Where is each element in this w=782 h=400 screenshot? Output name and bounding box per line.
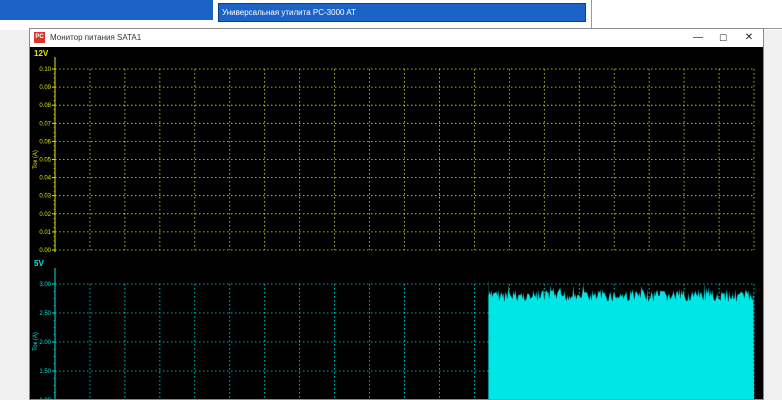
y-tick-label: 0.04 [39,176,51,182]
y-tick-label: 0.08 [39,103,51,109]
close-button[interactable]: ✕ [736,29,762,47]
y-tick-label: 0.05 [39,158,51,164]
y-tick-label: 2.00 [39,340,51,346]
y-tick-label: 0.06 [39,139,51,145]
power-monitor-window[interactable]: PC Монитор питания SATA1 — ☐ ✕ 12V Ток (А… [29,28,764,400]
minimize-button[interactable]: — [685,29,711,47]
background-utility-title[interactable]: Универсальная утилита PC-3000 AT [218,3,586,22]
y-tick-label: 0.09 [39,85,51,91]
app-icon: PC [34,32,45,43]
window-title: Монитор питания SATA1 [50,33,142,42]
y-tick-label: 0.00 [39,248,51,254]
y-tick-label: 3.00 [39,282,51,288]
y-tick-label: 1.00 [39,398,51,399]
y-tick-label: 0.02 [39,212,51,218]
maximize-button[interactable]: ☐ [710,29,736,47]
y-axis-label-12V: Ток (А) [33,150,39,169]
y-tick-label: 2.50 [39,311,51,317]
y-tick-label: 0.10 [39,67,51,73]
panel-label-12V: 12V [34,49,49,58]
title-bar[interactable]: PC Монитор питания SATA1 — ☐ ✕ [30,29,763,47]
plot-area: 12V Ток (А) 0.10 0.09 0.08 0.07 0.06 0.05 0.04 0.… [30,47,763,399]
y-axis-label-5V: Ток (А) [33,332,39,351]
panel-label-5V: 5V [34,259,44,268]
y-tick-label: 0.07 [39,121,51,127]
y-tick-label: 1.50 [39,369,51,375]
signal-5v-fill [488,281,754,399]
background-panel [591,0,782,29]
y-tick-label: 0.01 [39,230,51,236]
background-selected-bar [0,0,213,20]
plot-svg: 12V Ток (А) 0.10 0.09 0.08 0.07 0.06 0.05 0.04 0.… [33,49,755,399]
y-tick-label: 0.03 [39,194,51,200]
